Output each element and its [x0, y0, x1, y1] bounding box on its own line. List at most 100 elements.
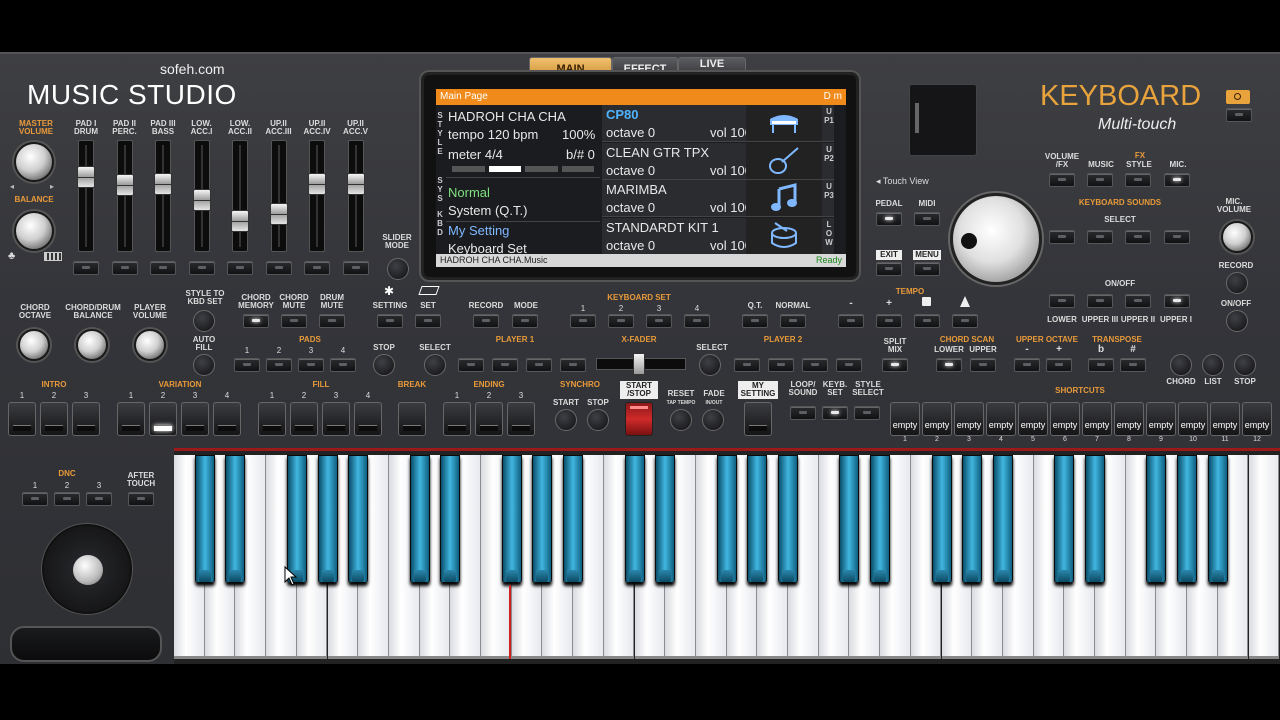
section-pad[interactable]	[149, 402, 177, 436]
play-pause-button[interactable]	[560, 358, 586, 372]
slider-handle[interactable]	[154, 173, 172, 195]
shortcut-button[interactable]: empty	[1050, 402, 1080, 436]
transpose-flat-button[interactable]	[1088, 358, 1114, 372]
shortcut-button[interactable]: empty	[1210, 402, 1240, 436]
set-button[interactable]	[415, 314, 441, 328]
shortcut-button[interactable]: empty	[890, 402, 920, 436]
style-to-kbd-button[interactable]	[193, 310, 215, 332]
channel-mute-button[interactable]	[227, 261, 253, 275]
channel-slider[interactable]	[346, 140, 365, 252]
slider-handle[interactable]	[115, 174, 134, 196]
chord-scan-upper-button[interactable]	[970, 358, 996, 372]
my-setting-button[interactable]	[744, 402, 772, 436]
list-button[interactable]	[1202, 354, 1224, 376]
channel-slider[interactable]	[231, 140, 249, 252]
master-volume-knob[interactable]	[14, 142, 54, 182]
chord-scan-lower-button[interactable]	[936, 358, 962, 372]
keyb-set-button[interactable]	[822, 406, 848, 420]
fast-forward-button[interactable]	[768, 358, 794, 372]
black-key[interactable]	[870, 455, 891, 583]
black-key[interactable]	[440, 455, 461, 583]
pad-button[interactable]	[266, 358, 292, 372]
data-wheel[interactable]	[950, 193, 1042, 285]
black-key[interactable]	[225, 455, 246, 583]
sound-select-button[interactable]	[1125, 230, 1151, 244]
channel-slider[interactable]	[308, 140, 326, 252]
section-pad[interactable]	[354, 402, 382, 436]
chord-octave-knob[interactable]	[18, 329, 50, 361]
slider-mode-knob[interactable]	[387, 258, 409, 280]
black-key[interactable]	[317, 455, 338, 583]
pitch-bend-strip[interactable]	[10, 626, 162, 662]
xfader-handle[interactable]	[633, 353, 645, 375]
section-pad[interactable]	[213, 402, 241, 436]
sound-select-button[interactable]	[1049, 230, 1075, 244]
keyboard-set-button[interactable]	[570, 314, 596, 328]
prev-button[interactable]	[526, 358, 552, 372]
fast-forward-button[interactable]	[492, 358, 518, 372]
black-key[interactable]	[839, 455, 860, 583]
chord-memory-button[interactable]	[243, 314, 269, 328]
black-key[interactable]	[778, 455, 798, 583]
black-key[interactable]	[532, 455, 553, 583]
screen-thumb[interactable]	[909, 84, 977, 156]
rewind-button[interactable]	[458, 358, 484, 372]
black-key[interactable]	[747, 455, 768, 583]
style-name[interactable]: HADROH CHA CHA	[448, 109, 566, 124]
white-key[interactable]	[1248, 455, 1280, 659]
keyboard-set-button[interactable]	[608, 314, 634, 328]
style-select-button[interactable]	[854, 406, 880, 420]
fade-button[interactable]	[702, 409, 724, 431]
channel-mute-button[interactable]	[73, 261, 99, 275]
split-mix-button[interactable]	[882, 358, 908, 372]
section-pad[interactable]	[398, 402, 426, 436]
pad-button[interactable]	[330, 358, 356, 372]
section-pad[interactable]	[443, 402, 471, 436]
slider-handle[interactable]	[192, 189, 211, 211]
voice-row[interactable]: STANDARDT KIT 1 octave 0 vol 100 LOW	[602, 217, 834, 255]
record-button[interactable]	[473, 314, 499, 328]
exit-button[interactable]	[876, 262, 902, 276]
pad-button[interactable]	[234, 358, 260, 372]
tempo-lock-button[interactable]	[914, 314, 940, 328]
section-pad[interactable]	[290, 402, 318, 436]
black-key[interactable]	[348, 455, 369, 583]
black-key[interactable]	[1085, 455, 1105, 583]
dnc-button-3[interactable]	[86, 492, 112, 506]
sound-onoff-button[interactable]	[1049, 294, 1075, 308]
black-key[interactable]	[194, 455, 215, 583]
sound-onoff-button[interactable]	[1087, 294, 1113, 308]
black-key[interactable]	[1207, 455, 1228, 583]
synchro-start-button[interactable]	[555, 409, 577, 431]
shortcut-button[interactable]: empty	[1178, 402, 1208, 436]
upper-octave-minus-button[interactable]	[1014, 358, 1040, 372]
mic-onoff-button[interactable]	[1226, 310, 1248, 332]
sound-onoff-button[interactable]	[1164, 294, 1190, 308]
pads-stop-button[interactable]	[373, 354, 395, 376]
fx-music-button[interactable]	[1087, 173, 1113, 187]
dnc-button-2[interactable]	[54, 492, 80, 506]
tempo-plus-button[interactable]	[876, 314, 902, 328]
channel-mute-button[interactable]	[342, 261, 369, 275]
touch-view-link[interactable]: ◂ Touch View	[876, 176, 929, 187]
voice-row[interactable]: MARIMBA octave 0 vol 100 UP3	[602, 180, 834, 217]
channel-slider[interactable]	[77, 140, 95, 252]
drum-mute-button[interactable]	[319, 314, 345, 328]
mode-button[interactable]	[512, 314, 538, 328]
transpose-sharp-button[interactable]	[1120, 358, 1146, 372]
volume-fx-button[interactable]	[1049, 173, 1075, 187]
black-key[interactable]	[655, 455, 676, 583]
player2-select-button[interactable]	[699, 354, 721, 376]
auto-fill-button[interactable]	[193, 354, 215, 376]
slider-handle[interactable]	[346, 173, 365, 195]
slider-handle[interactable]	[308, 173, 326, 195]
black-key[interactable]	[1054, 455, 1075, 583]
joystick[interactable]	[42, 524, 132, 614]
section-pad[interactable]	[258, 402, 286, 436]
channel-slider[interactable]	[154, 140, 172, 252]
shortcut-button[interactable]: empty	[1242, 402, 1272, 436]
balance-knob[interactable]	[14, 211, 54, 251]
black-key[interactable]	[624, 455, 645, 583]
slider-handle[interactable]	[231, 210, 249, 232]
slider-handle[interactable]	[77, 166, 95, 188]
